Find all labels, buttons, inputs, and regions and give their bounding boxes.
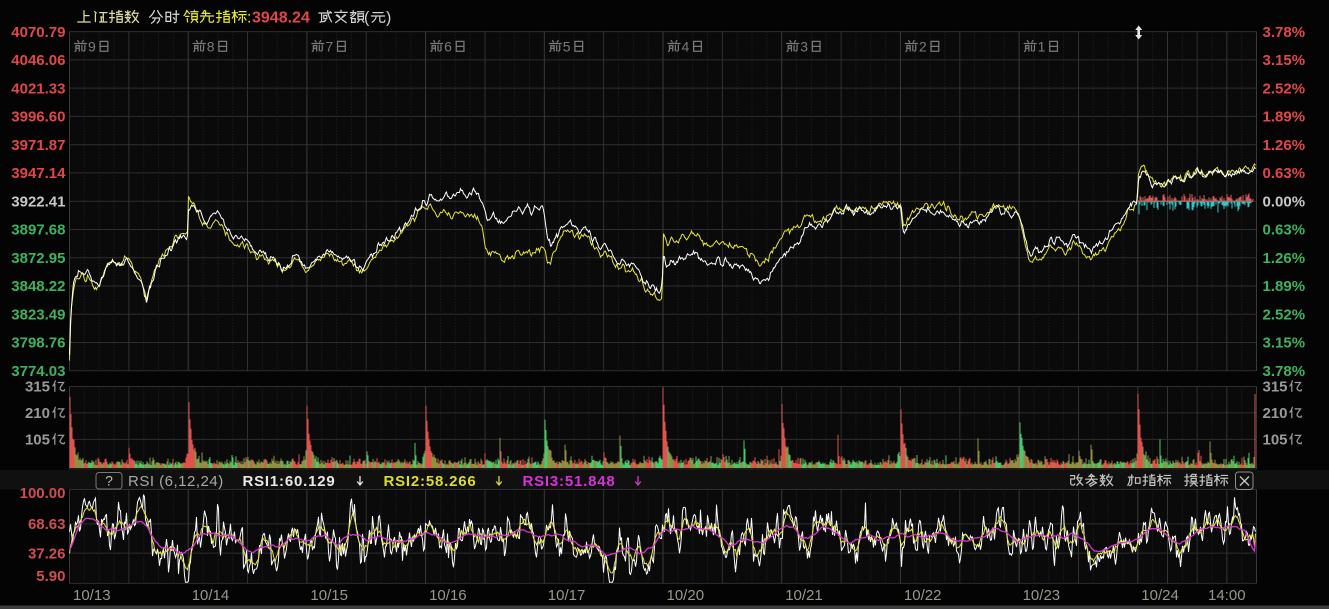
svg-text:14:00: 14:00 <box>1208 587 1246 604</box>
svg-text:4021.33: 4021.33 <box>11 80 65 97</box>
svg-text:1.26%: 1.26% <box>1263 137 1306 154</box>
svg-text:10/13: 10/13 <box>73 587 111 604</box>
svg-text:1.26%: 1.26% <box>1263 250 1306 267</box>
svg-text:8: 8 <box>207 39 215 55</box>
svg-text:1: 1 <box>1038 39 1046 55</box>
svg-text:3872.95: 3872.95 <box>11 250 65 267</box>
svg-text:4: 4 <box>682 39 690 55</box>
svg-text:0.63%: 0.63% <box>1263 165 1306 182</box>
svg-text:10/16: 10/16 <box>429 587 467 604</box>
svg-text:10/21: 10/21 <box>785 587 823 604</box>
svg-text:3948.24: 3948.24 <box>252 10 310 27</box>
svg-text:(: ( <box>364 10 370 27</box>
svg-text:RSI (6,12,24): RSI (6,12,24) <box>128 473 224 490</box>
svg-text:RSI3:51.848: RSI3:51.848 <box>523 473 616 490</box>
svg-text:10/24: 10/24 <box>1141 587 1179 604</box>
svg-text:3774.03: 3774.03 <box>11 363 65 380</box>
svg-text:10/17: 10/17 <box>548 587 586 604</box>
svg-text:): ) <box>386 10 391 27</box>
svg-text:0.00%: 0.00% <box>1263 193 1306 210</box>
svg-text:10/15: 10/15 <box>310 587 348 604</box>
svg-text:105: 105 <box>25 432 50 449</box>
svg-text:2: 2 <box>919 39 927 55</box>
svg-text:210: 210 <box>1263 405 1288 422</box>
svg-text:1.89%: 1.89% <box>1263 109 1306 126</box>
svg-text:210: 210 <box>25 405 50 422</box>
svg-text:6: 6 <box>444 39 452 55</box>
svg-text:37.26: 37.26 <box>28 545 66 562</box>
svg-text:3947.14: 3947.14 <box>11 165 66 182</box>
svg-text:5.90: 5.90 <box>36 568 65 585</box>
svg-text:3848.22: 3848.22 <box>11 278 65 295</box>
svg-text:10/23: 10/23 <box>1023 587 1061 604</box>
svg-text:3897.68: 3897.68 <box>11 222 65 239</box>
svg-text:3996.60: 3996.60 <box>11 109 65 126</box>
svg-text:315: 315 <box>25 379 50 396</box>
svg-text:3971.87: 3971.87 <box>11 137 65 154</box>
svg-text:3.15%: 3.15% <box>1263 335 1306 352</box>
svg-text:3798.76: 3798.76 <box>11 335 65 352</box>
svg-text:3823.49: 3823.49 <box>11 307 65 324</box>
svg-text:100.00: 100.00 <box>20 485 66 502</box>
svg-text:2.52%: 2.52% <box>1263 80 1306 97</box>
svg-text:9: 9 <box>88 39 96 55</box>
svg-text:10/14: 10/14 <box>192 587 230 604</box>
svg-text:4070.79: 4070.79 <box>11 24 65 41</box>
svg-text:0.63%: 0.63% <box>1263 222 1306 239</box>
svg-text:1.89%: 1.89% <box>1263 278 1306 295</box>
svg-text::: : <box>247 10 251 27</box>
svg-text:2.52%: 2.52% <box>1263 307 1306 324</box>
svg-text:?: ? <box>105 473 113 489</box>
svg-text:4046.06: 4046.06 <box>11 52 65 69</box>
svg-text:10/22: 10/22 <box>904 587 942 604</box>
svg-text:3: 3 <box>800 39 808 55</box>
svg-text:RSI2:58.266: RSI2:58.266 <box>384 473 477 490</box>
svg-text:68.63: 68.63 <box>28 516 66 533</box>
svg-text:315: 315 <box>1263 379 1288 396</box>
svg-text:3.15%: 3.15% <box>1263 52 1306 69</box>
svg-text:3.78%: 3.78% <box>1263 24 1306 41</box>
svg-text:7: 7 <box>325 39 333 55</box>
svg-text:10/20: 10/20 <box>667 587 705 604</box>
svg-text:5: 5 <box>563 39 571 55</box>
svg-text:105: 105 <box>1263 432 1288 449</box>
svg-text:3.78%: 3.78% <box>1263 363 1306 380</box>
svg-text:RSI1:60.129: RSI1:60.129 <box>243 473 336 490</box>
svg-text:3922.41: 3922.41 <box>11 193 65 210</box>
